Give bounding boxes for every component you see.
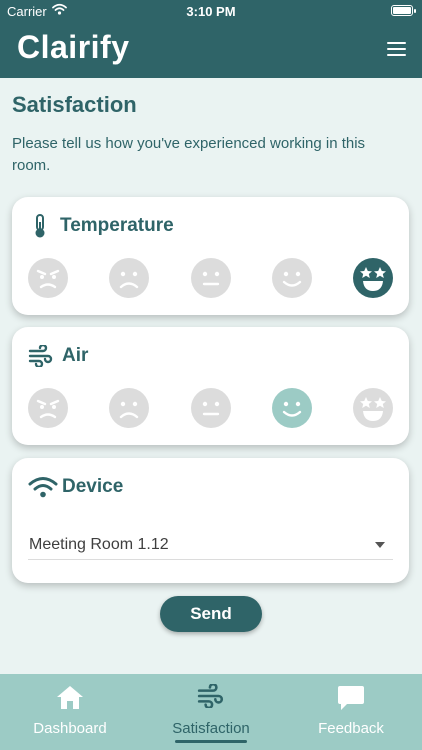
intro-text: Please tell us how you've experienced wo…	[12, 135, 366, 174]
caret-down-icon	[375, 542, 385, 548]
thermometer-icon	[35, 214, 45, 238]
air-sad-face-icon[interactable]	[109, 388, 149, 428]
air-smile-face-icon[interactable]	[272, 388, 312, 428]
temperature-card: Temperature	[12, 197, 409, 315]
temperature-smile-face-icon[interactable]	[272, 258, 312, 298]
device-select[interactable]: Meeting Room 1.12	[28, 532, 393, 560]
status-bar: Carrier 3:10 PM	[0, 0, 422, 22]
temperature-neutral-face-icon[interactable]	[191, 258, 231, 298]
wifi-icon	[28, 477, 58, 498]
wind-icon	[28, 345, 53, 367]
nav-label-satisfaction: Satisfaction	[172, 720, 250, 737]
nav-label-feedback: Feedback	[318, 720, 384, 737]
nav-item-feedback[interactable]: Feedback	[281, 674, 421, 750]
air-title: Air	[62, 345, 89, 366]
battery-icon	[391, 5, 416, 16]
page-title: Satisfaction	[12, 92, 137, 117]
air-rating	[28, 388, 393, 428]
temperature-title: Temperature	[60, 215, 174, 236]
home-icon	[57, 686, 83, 709]
nav-item-dashboard[interactable]: Dashboard	[0, 674, 140, 750]
app-header: Carrier 3:10 PM Clairify	[0, 0, 422, 78]
app-brand: Clairify	[17, 29, 130, 65]
send-button[interactable]: Send	[160, 596, 262, 632]
nav-item-satisfaction[interactable]: Satisfaction	[141, 674, 281, 750]
nav-label-dashboard: Dashboard	[33, 720, 107, 737]
status-time: 3:10 PM	[186, 4, 236, 19]
device-card: Device Meeting Room 1.12	[12, 458, 409, 583]
active-tab-indicator	[175, 740, 247, 743]
air-card: Air	[12, 327, 409, 445]
air-neutral-face-icon[interactable]	[191, 388, 231, 428]
air-angry-face-icon[interactable]	[28, 388, 68, 428]
temperature-star-eyes-face-icon[interactable]	[353, 258, 393, 298]
device-select-value: Meeting Room 1.12	[29, 536, 169, 553]
wind-icon	[197, 684, 224, 708]
chat-bubble-icon	[338, 686, 364, 710]
temperature-rating	[28, 258, 393, 298]
temperature-sad-face-icon[interactable]	[109, 258, 149, 298]
hamburger-menu-icon[interactable]	[387, 42, 406, 56]
bottom-nav: Dashboard Satisfaction Feedback	[0, 674, 422, 750]
device-title: Device	[62, 476, 124, 497]
temperature-angry-face-icon[interactable]	[28, 258, 68, 298]
air-star-eyes-face-icon[interactable]	[353, 388, 393, 428]
